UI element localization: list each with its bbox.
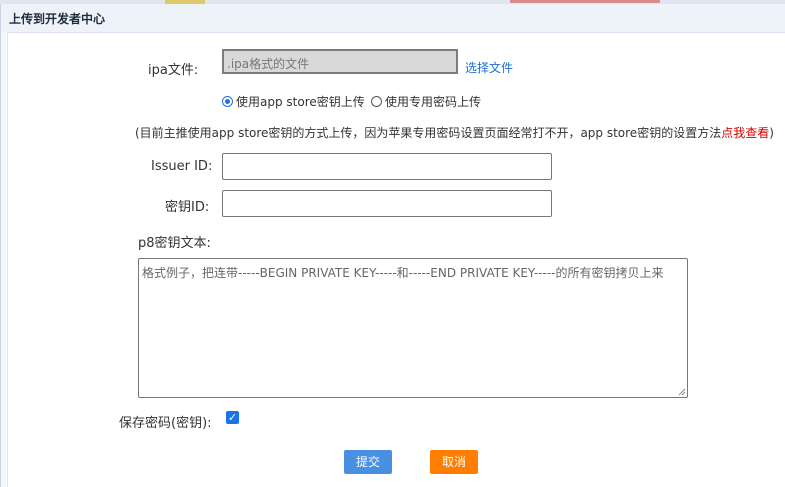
radio-app-specific-password[interactable]: 使用专用密码上传 <box>371 92 481 110</box>
save-password-label: 保存密码(密钥): <box>119 416 212 431</box>
save-password-checkbox[interactable]: ✓ <box>226 411 239 424</box>
p8-key-label: p8密钥文本: <box>138 236 211 251</box>
radio-app-specific-password-label: 使用专用密码上传 <box>385 94 482 109</box>
p8-key-textarea[interactable] <box>138 258 688 398</box>
dialog-left-edge <box>1 32 8 487</box>
ipa-file-label: ipa文件: <box>148 63 199 78</box>
radio-app-store-key-control[interactable] <box>222 95 233 107</box>
radio-app-store-key-label: 使用app store密钥上传 <box>236 94 365 109</box>
resize-grip-icon[interactable] <box>678 388 686 396</box>
help-note: (目前主推使用app store密钥的方式上传，因为苹果专用密码设置页面经常打不… <box>135 124 774 141</box>
choose-file-link[interactable]: 选择文件 <box>465 59 513 76</box>
background-banner-fragment <box>510 0 660 3</box>
dialog-title: 上传到开发者中心 <box>9 12 106 26</box>
help-note-link[interactable]: 点我查看 <box>721 126 769 140</box>
key-id-input[interactable] <box>222 190 552 217</box>
radio-app-specific-password-control[interactable] <box>371 95 382 107</box>
ipa-file-display[interactable]: .ipa格式的文件 <box>222 49 458 74</box>
cancel-button[interactable]: 取消 <box>430 450 478 474</box>
help-note-text: (目前主推使用app store密钥的方式上传，因为苹果专用密码设置页面经常打不… <box>135 126 722 140</box>
issuer-id-input[interactable] <box>222 153 552 180</box>
upload-dialog: 上传到开发者中心 <box>0 4 785 487</box>
checkmark-icon: ✓ <box>227 411 238 424</box>
dialog-titlebar: 上传到开发者中心 <box>1 4 785 33</box>
submit-button[interactable]: 提交 <box>344 450 392 474</box>
key-id-label: 密钥ID: <box>165 200 210 215</box>
radio-app-store-key[interactable]: 使用app store密钥上传 <box>222 92 365 110</box>
issuer-id-label: Issuer ID: <box>151 159 213 174</box>
help-note-suffix: ) <box>769 126 774 140</box>
